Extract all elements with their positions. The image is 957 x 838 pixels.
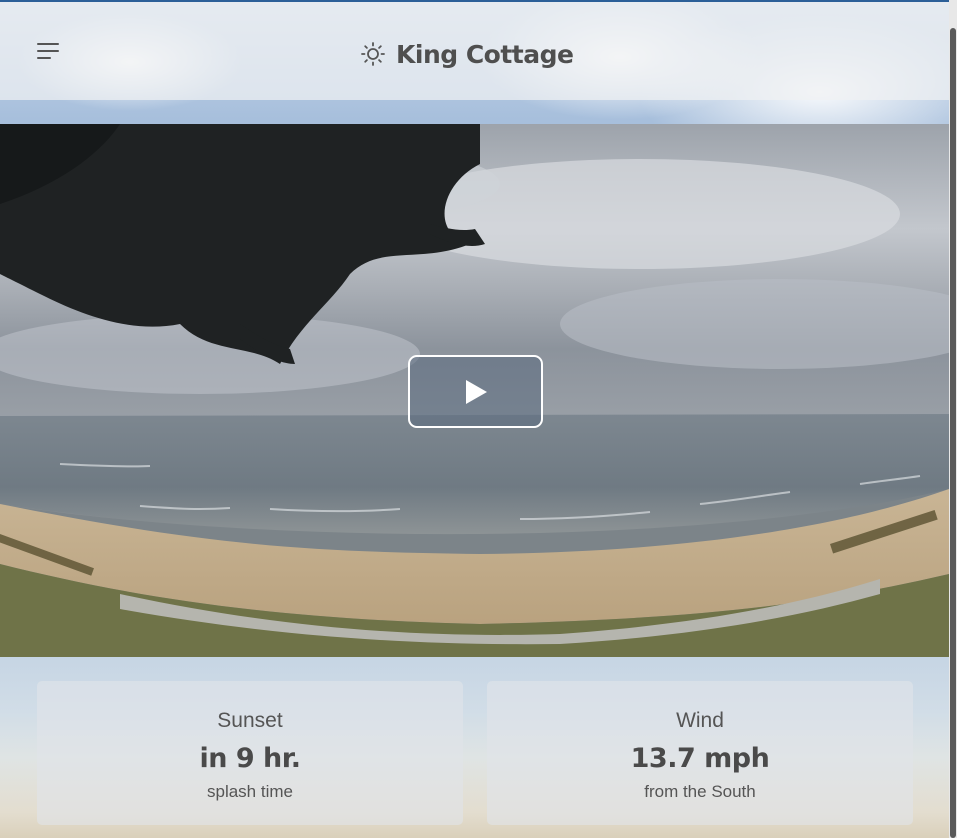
sunset-card: Sunset in 9 hr. splash time [37, 681, 463, 825]
sunset-note: splash time [207, 782, 293, 801]
webcam-player[interactable] [0, 124, 949, 657]
scrollbar-thumb[interactable] [950, 28, 956, 838]
play-button[interactable] [408, 355, 543, 428]
brand[interactable]: King Cottage [360, 34, 574, 74]
wind-label: Wind [676, 709, 724, 732]
scrollbar[interactable] [949, 0, 957, 838]
site-title: King Cottage [396, 39, 574, 69]
sunset-label: Sunset [217, 709, 283, 732]
play-icon [465, 379, 487, 404]
menu-button[interactable] [34, 38, 64, 68]
wind-card: Wind 13.7 mph from the South [487, 681, 913, 825]
sun-icon [361, 42, 385, 66]
app-background: King Cottage Sunset in 9 hr. splash time… [0, 0, 949, 838]
top-bar: King Cottage [0, 2, 949, 100]
wind-note: from the South [644, 782, 756, 801]
sunset-value: in 9 hr. [199, 743, 301, 774]
wind-value: 13.7 mph [630, 743, 770, 774]
